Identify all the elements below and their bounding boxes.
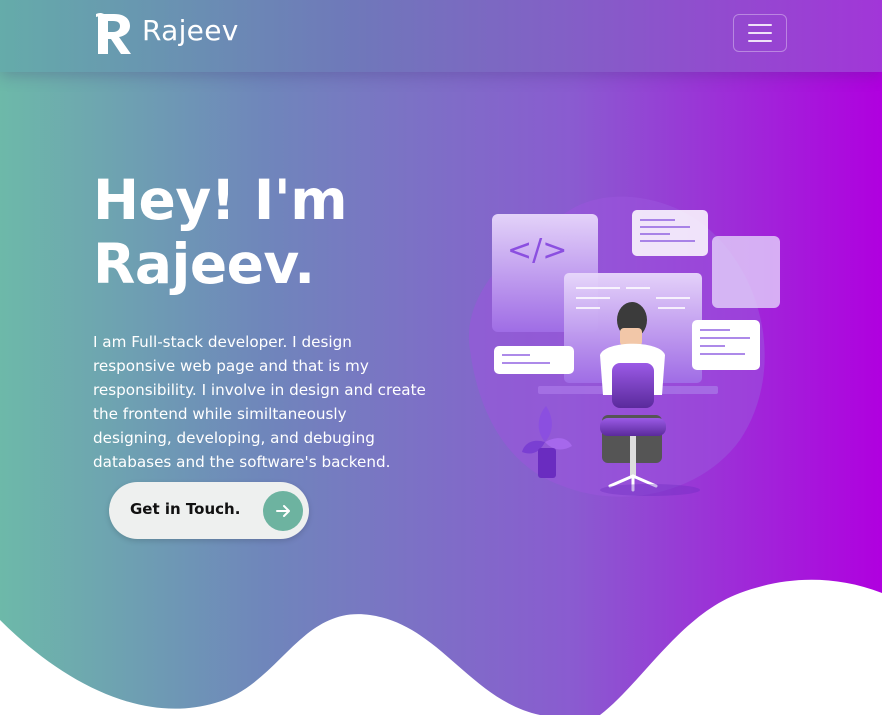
code-tag: </> [507, 233, 567, 268]
hamburger-menu-icon[interactable] [733, 14, 787, 52]
hero-headline: Hey! I'm Rajeev. [93, 168, 413, 296]
bottom-wave [0, 579, 882, 715]
menu-bar [748, 24, 772, 26]
arrow-right-icon [263, 491, 303, 531]
cta-label: Get in Touch. [130, 500, 241, 518]
get-in-touch-button[interactable]: Get in Touch. [109, 482, 309, 539]
hero-section: Rajeev Hey! I'm Rajeev. I am Full-stack … [0, 0, 882, 715]
menu-bar [748, 40, 772, 42]
menu-bar [748, 32, 772, 34]
navbar: Rajeev [0, 0, 882, 72]
developer-illustration: </> [468, 196, 780, 497]
hero-intro-text: I am Full-stack developer. I design resp… [93, 333, 426, 471]
brand-name[interactable]: Rajeev [142, 14, 239, 47]
r-monogram-icon[interactable] [94, 10, 138, 58]
headline-line-2: Rajeev. [93, 232, 315, 296]
headline-line-1: Hey! I'm [93, 168, 348, 232]
